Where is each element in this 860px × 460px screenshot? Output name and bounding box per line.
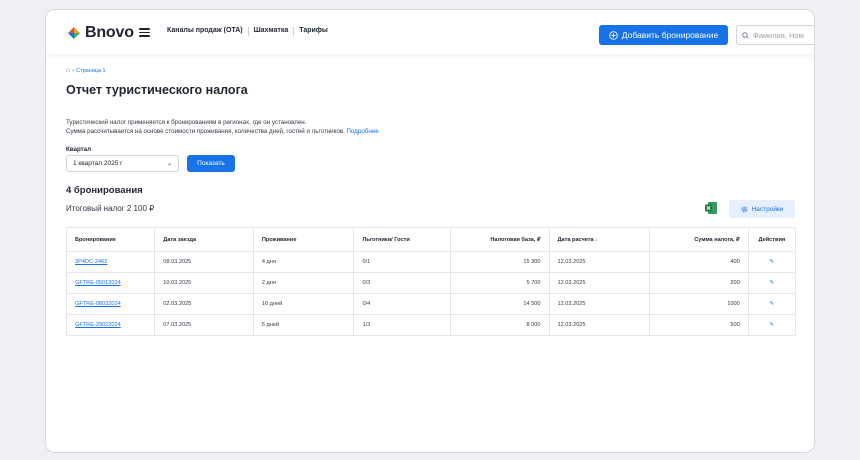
stay-duration: 10 дней	[252, 293, 355, 315]
booking-link[interactable]: GFTRE-29022024	[75, 322, 121, 328]
menu-icon[interactable]	[139, 28, 150, 37]
quarter-select-value: 1 квартал 2025 г	[73, 160, 123, 167]
nav-item-ota[interactable]: Каналы продаж (OTA)	[167, 27, 243, 36]
nav-item-tariffs[interactable]: Тарифы	[299, 27, 328, 36]
search-placeholder: Фамилия, Ном	[753, 30, 804, 40]
stay-duration: 2 дня	[252, 272, 355, 294]
booking-link[interactable]: GFTRE-05012024	[75, 280, 121, 286]
table-row: GFTRE-08032024 02.03.2025 10 дней 0/4 14…	[65, 293, 797, 315]
page-title: Отчет туристического налога	[66, 83, 248, 97]
add-booking-label: Добавить бронирование	[621, 30, 719, 40]
col-tax-base: Налоговая база, ₽	[449, 227, 550, 252]
tax-base: 5 700	[449, 272, 550, 294]
show-button[interactable]: Показать	[187, 155, 235, 172]
checkin-date: 10.03.2025	[154, 272, 254, 294]
nav-divider	[293, 27, 295, 36]
breadcrumb: ⌂ › Страница 1	[66, 67, 106, 74]
edit-pencil-icon[interactable]: ✎	[770, 301, 775, 307]
tax-table: Бронирование Дата заезда Проживание Льго…	[65, 227, 797, 336]
breadcrumb-separator: ›	[72, 67, 75, 74]
table-header-row: Бронирование Дата заезда Проживание Льго…	[65, 227, 797, 252]
col-tax-amount: Сумма налога, ₽	[649, 227, 749, 252]
calc-date: 12.03.2025	[548, 251, 651, 273]
edit-pencil-icon[interactable]: ✎	[770, 322, 775, 328]
col-calc-date[interactable]: Дата расчета ↓	[548, 227, 651, 252]
booking-link[interactable]: GFTRE-08032024	[75, 301, 121, 307]
description: Туристический налог применяется к бронир…	[66, 119, 379, 136]
booking-link[interactable]: 3P4DC-2462	[75, 259, 107, 265]
table-row: GFTRE-05012024 10.03.2025 2 дня 0/3 5 70…	[65, 272, 797, 294]
tax-base: 8 000	[449, 314, 550, 336]
sort-down-icon[interactable]: ↓	[595, 237, 598, 243]
stay-duration: 5 дней	[252, 314, 355, 336]
tax-base: 14 500	[449, 293, 550, 315]
search-input[interactable]: Фамилия, Ном	[736, 25, 814, 45]
home-icon[interactable]: ⌂	[66, 67, 70, 74]
calc-date: 12.03.2025	[548, 272, 651, 294]
add-booking-button[interactable]: Добавить бронирование	[599, 25, 728, 45]
quarter-select[interactable]: 1 квартал 2025 г ⌄	[66, 155, 179, 172]
tax-amount: 1000	[649, 293, 749, 315]
beneficiaries-guests: 0/3	[353, 272, 451, 294]
beneficiaries-guests: 0/4	[353, 293, 451, 315]
plus-circle-icon	[609, 30, 618, 40]
bnovo-logo-icon	[68, 27, 80, 39]
search-icon	[742, 31, 749, 39]
nav-item-chess[interactable]: Шахматка	[254, 27, 289, 36]
logo[interactable]: Bnovo	[67, 24, 134, 42]
total-tax: Итоговый налог 2 100 ₽	[66, 204, 155, 213]
col-booking: Бронирование	[65, 227, 156, 252]
excel-export-icon[interactable]	[704, 201, 718, 215]
col-guests: Льготники/ Гости	[353, 227, 451, 252]
breadcrumb-page[interactable]: Страница 1	[76, 68, 106, 74]
checkin-date: 08.03.2025	[154, 251, 254, 273]
tax-base: 15 300	[449, 251, 550, 273]
top-bar: Bnovo Каналы продаж (OTA) Шахматка Тариф…	[46, 10, 814, 54]
app-window: Bnovo Каналы продаж (OTA) Шахматка Тариф…	[45, 9, 815, 453]
quarter-label: Квартал	[66, 146, 92, 153]
checkin-date: 02.03.2025	[154, 293, 254, 315]
tax-amount: 200	[649, 272, 749, 294]
beneficiaries-guests: 0/1	[353, 251, 451, 273]
checkin-date: 07.03.2025	[154, 314, 254, 336]
col-checkin: Дата заезда	[154, 227, 254, 252]
stay-duration: 4 дня	[252, 251, 355, 273]
logo-text: Bnovo	[85, 24, 134, 41]
tax-amount: 400	[649, 251, 749, 273]
description-line-1: Туристический налог применяется к бронир…	[66, 119, 307, 126]
chevron-down-icon: ⌄	[166, 161, 172, 167]
top-nav: Каналы продаж (OTA) Шахматка Тарифы	[167, 27, 328, 36]
beneficiaries-guests: 1/3	[353, 314, 451, 336]
nav-divider	[247, 27, 249, 36]
edit-pencil-icon[interactable]: ✎	[770, 259, 775, 265]
calc-date: 12.03.2025	[548, 293, 651, 315]
calc-date: 12.03.2025	[548, 314, 651, 336]
description-line-2: Сумма рассчитывается на основе стоимости…	[66, 127, 345, 135]
col-calc-date-label: Дата расчета	[557, 236, 594, 243]
table-row: 3P4DC-2462 08.03.2025 4 дня 0/1 15 300 1…	[65, 251, 797, 273]
settings-label: Настройки	[751, 205, 784, 213]
col-actions: Действия	[747, 227, 797, 252]
learn-more-link[interactable]: Подробнее	[347, 128, 379, 135]
gear-icon	[741, 206, 748, 212]
table-row: GFTRE-29022024 07.03.2025 5 дней 1/3 8 0…	[65, 314, 797, 336]
edit-pencil-icon[interactable]: ✎	[770, 280, 775, 286]
col-stay: Проживание	[252, 227, 355, 252]
tax-amount: 500	[649, 314, 749, 336]
settings-button[interactable]: Настройки	[729, 200, 795, 218]
bookings-count: 4 бронирования	[66, 185, 143, 196]
